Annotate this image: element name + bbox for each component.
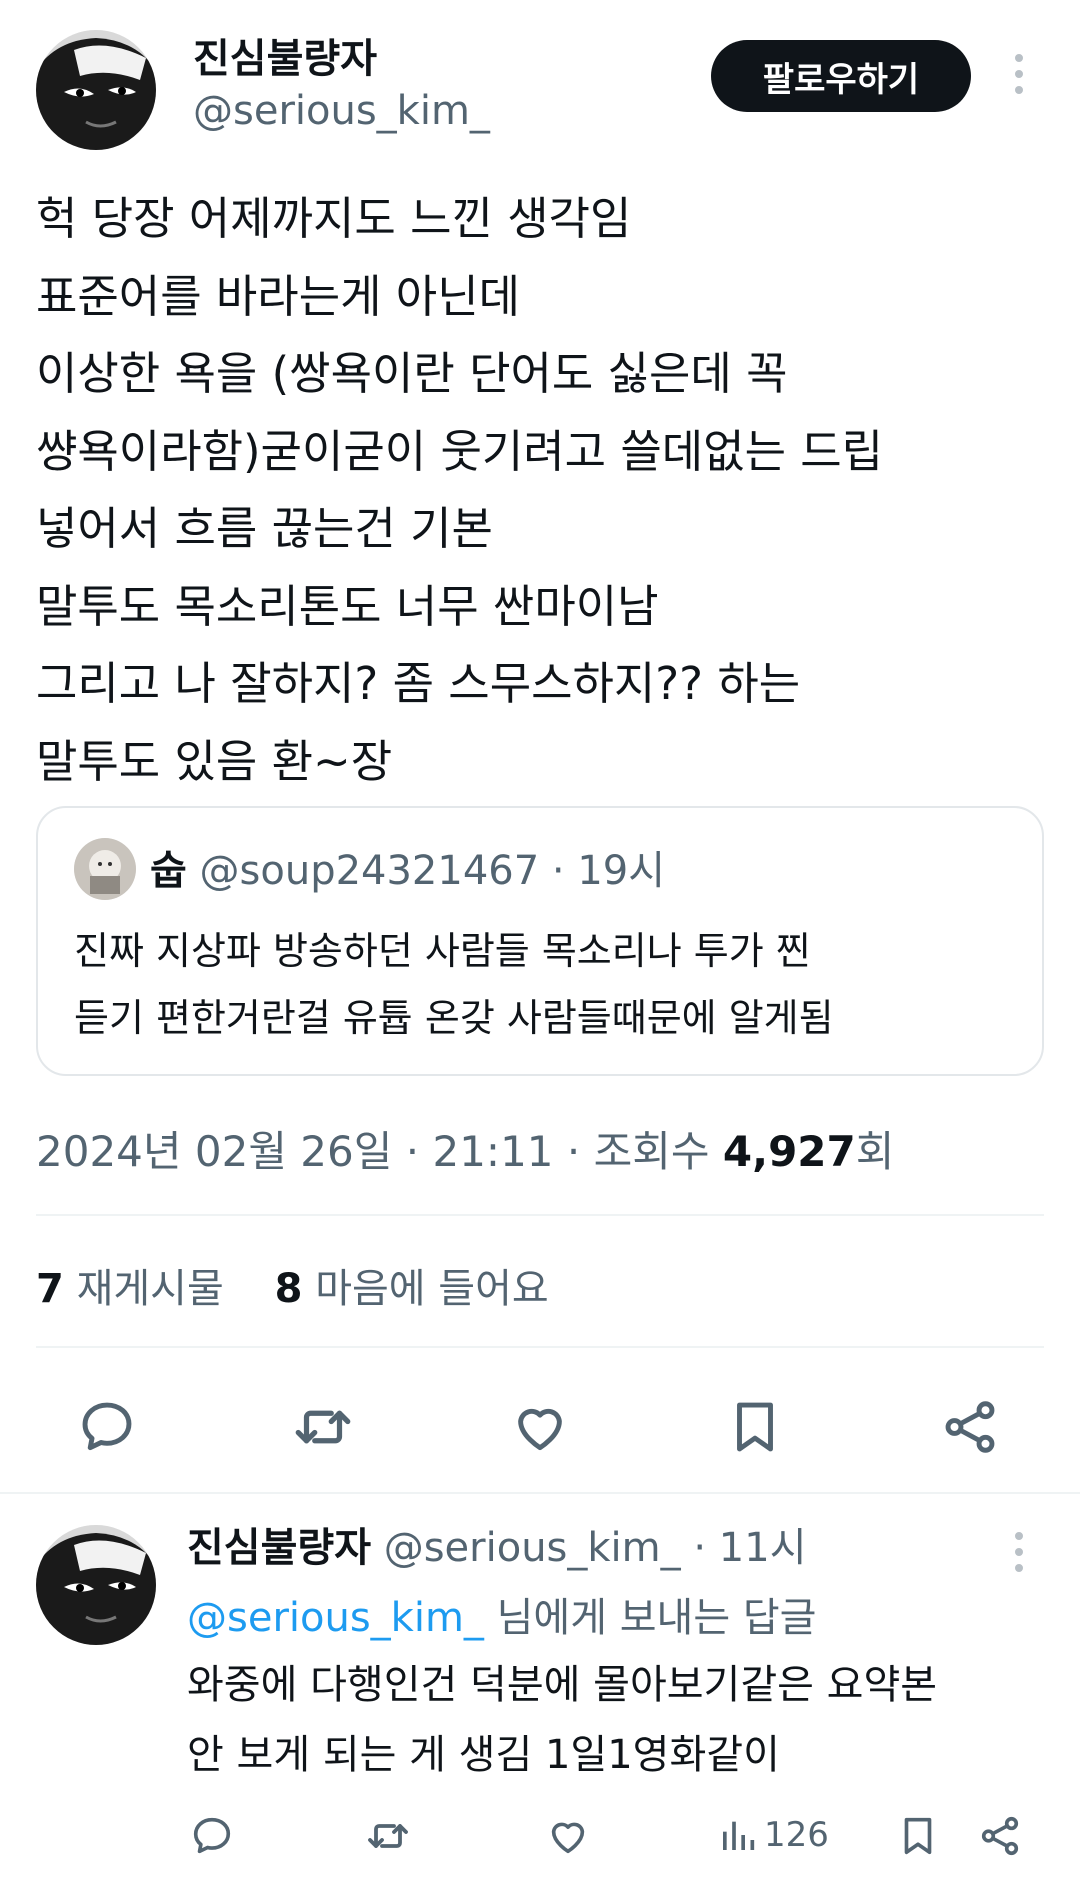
reply-views-button[interactable]: 126 <box>718 1815 829 1855</box>
quoted-tweet-card[interactable]: 숩 @soup24321467 · 19시 진짜 지상파 방송하던 사람들 목소… <box>36 806 1044 1076</box>
mention-link[interactable]: @serious_kim_ <box>187 1595 484 1641</box>
like-icon <box>518 1408 562 1451</box>
reply-icon <box>82 1402 132 1451</box>
reply-text-line: 안 보게 되는 게 생김 1일1영화같이 <box>187 1732 780 1778</box>
reply-like-button[interactable] <box>542 1810 594 1862</box>
share-icon <box>981 1816 1019 1856</box>
quoted-author-handle: @soup24321467 <box>199 848 540 894</box>
share-icon <box>945 1401 995 1453</box>
quoted-tweet-time: 19시 <box>577 848 666 894</box>
like-button[interactable] <box>505 1392 575 1462</box>
follow-button[interactable]: 팔로우하기 <box>711 40 971 112</box>
reposts-count: 7 <box>36 1266 64 1312</box>
share-button[interactable] <box>935 1392 1005 1462</box>
tweet-date: 2024년 02월 26일 <box>36 1127 393 1176</box>
likes-count: 8 <box>274 1266 303 1312</box>
likes-label: 마음에 들어요 <box>315 1266 549 1312</box>
engagement-stats: 7 재게시물 8 마음에 들어요 <box>36 1256 549 1314</box>
reply-text-line: 와중에 다행인건 덕분에 몰아보기같은 요약본 <box>187 1662 938 1708</box>
reposts-label: 재게시물 <box>76 1266 224 1312</box>
tweet-text-line: 말투도 있음 환~장 <box>36 734 393 788</box>
more-options-icon[interactable] <box>1011 1532 1027 1572</box>
divider <box>36 1214 1044 1216</box>
tweet-meta: 2024년 02월 26일 · 21:11 · 조회수 4,927회 <box>36 1118 894 1179</box>
reply-reply-button[interactable] <box>186 1810 238 1862</box>
reply-time[interactable]: 11시 <box>719 1525 807 1571</box>
author-handle[interactable]: @serious_kim_ <box>193 88 490 134</box>
tweet-text: 헉 당장 어제까지도 느낀 생각임 표준어를 바라는게 아닌데 이상한 욕을 (… <box>36 180 1046 800</box>
reply-author-name[interactable]: 진심불량자 <box>187 1525 371 1571</box>
quoted-tweet-header: 숩 @soup24321467 · 19시 <box>150 838 665 896</box>
separator-dot: · <box>566 1127 581 1176</box>
quoted-text-line: 듣기 편한거란걸 유튭 온갖 사람들때문에 알게됨 <box>74 996 834 1040</box>
replying-to-label: 님에게 보내는 답글 <box>483 1595 817 1641</box>
tweet-text-line: 썅욕이라함)굳이굳이 웃기려고 쓸데없는 드립 <box>36 424 884 478</box>
quoted-tweet-text: 진짜 지상파 방송하던 사람들 목소리나 투가 찐 듣기 편한거란걸 유튭 온갖… <box>74 918 834 1052</box>
quoted-text-line: 진짜 지상파 방송하던 사람들 목소리나 투가 찐 <box>74 929 811 973</box>
tweet-text-line: 말투도 목소리톤도 너무 싼마이남 <box>36 579 659 633</box>
author-avatar[interactable] <box>36 30 156 150</box>
views-icon <box>723 1821 755 1850</box>
reposts-stat[interactable]: 7 재게시물 <box>36 1266 224 1312</box>
tweet-time: 21:11 <box>432 1127 554 1176</box>
tweet-text-line: 넣어서 흐름 끊는건 기본 <box>36 502 493 555</box>
repost-button[interactable] <box>288 1392 358 1462</box>
views-count: 4,927 <box>722 1127 856 1176</box>
separator-dot: · <box>693 1525 707 1571</box>
reply-views-count: 126 <box>764 1815 829 1855</box>
separator-dot: · <box>551 848 565 894</box>
bookmark-icon <box>904 1817 932 1855</box>
bookmark-icon <box>737 1402 773 1452</box>
like-icon <box>551 1822 585 1854</box>
reply-author-avatar[interactable] <box>36 1525 156 1645</box>
reply-repost-button[interactable] <box>362 1810 414 1862</box>
more-options-icon[interactable] <box>1011 54 1027 94</box>
repost-icon <box>295 1410 351 1444</box>
tweet-text-line: 그리고 나 잘하지? 좀 스무스하지?? 하는 <box>36 657 801 710</box>
likes-stat[interactable]: 8 마음에 들어요 <box>275 1266 549 1312</box>
reply-author-handle[interactable]: @serious_kim_ <box>384 1525 681 1571</box>
reply-text: 와중에 다행인건 덕분에 몰아보기같은 요약본 안 보게 되는 게 생김 1일1… <box>187 1650 937 1790</box>
reply-button[interactable] <box>72 1392 142 1462</box>
tweet-text-line: 표준어를 바라는게 아닌데 <box>36 269 521 323</box>
separator-dot: · <box>405 1127 420 1176</box>
section-divider <box>0 1492 1080 1494</box>
quoted-author-name: 숩 <box>150 848 187 894</box>
views-label: 조회수 <box>593 1127 710 1176</box>
quoted-author-avatar <box>74 838 136 900</box>
bookmark-button[interactable] <box>720 1392 790 1462</box>
author-name[interactable]: 진심불량자 <box>193 26 377 84</box>
reply-icon <box>193 1817 231 1854</box>
tweet-text-line: 헉 당장 어제까지도 느낀 생각임 <box>36 192 632 245</box>
repost-icon <box>368 1824 408 1848</box>
replying-to: @serious_kim_ 님에게 보내는 답글 <box>187 1585 816 1643</box>
tweet-text-line: 이상한 욕을 (쌍욕이란 단어도 싫은데 꼭 <box>36 347 788 400</box>
reply-header: 진심불량자 @serious_kim_ · 11시 <box>187 1515 807 1573</box>
reply-share-button[interactable] <box>974 1810 1026 1862</box>
divider <box>36 1346 1044 1348</box>
views-suffix: 회 <box>855 1127 895 1176</box>
reply-bookmark-button[interactable] <box>892 1810 944 1862</box>
